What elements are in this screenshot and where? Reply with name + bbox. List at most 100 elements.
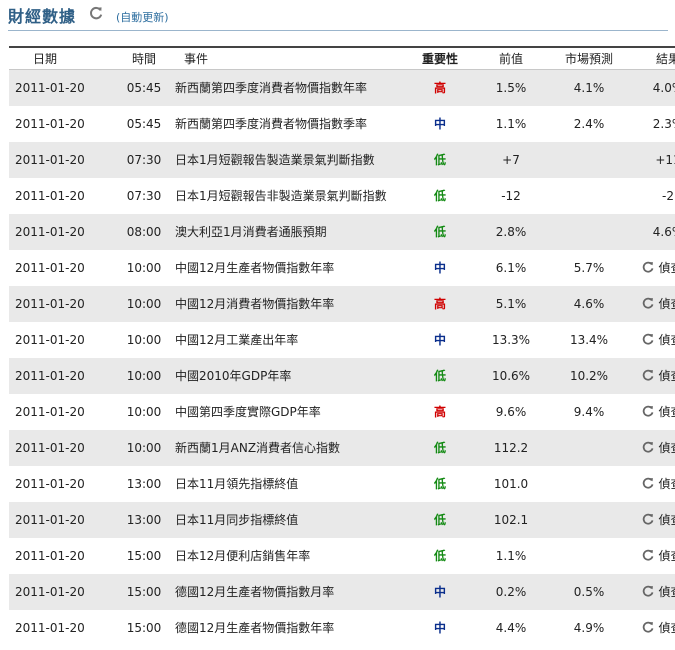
event-cell[interactable]: 日本1月短觀報告製造業景氣判斷指數 (170, 141, 404, 178)
pending-label: 偵查中 (658, 405, 675, 419)
importance-cell: 高 (404, 393, 476, 430)
date-cell: 2011-01-20 (9, 537, 118, 574)
previous-cell: +7 (476, 141, 546, 178)
refresh-icon[interactable] (88, 5, 104, 21)
event-cell[interactable]: 新西蘭第四季度消費者物價指數季率 (170, 105, 404, 142)
forecast-cell: 2.4% (546, 105, 632, 142)
table-body: 2011-01-20 05:45 新西蘭第四季度消費者物價指數年率高 1.5% 4.1%… (9, 69, 675, 646)
importance-cell: 低 (404, 357, 476, 394)
previous-cell: 6.1% (476, 249, 546, 286)
result-cell: 偵查中 (632, 429, 675, 466)
importance-cell: 中 (404, 249, 476, 286)
previous-cell: 0.2% (476, 573, 546, 610)
date-cell: 2011-01-20 (9, 141, 118, 178)
forecast-cell: 10.2% (546, 357, 632, 394)
time-cell: 05:45 (118, 105, 170, 142)
forecast-cell: 4.1% (546, 69, 632, 106)
date-cell: 2011-01-20 (9, 69, 118, 106)
table-row: 2011-01-2010:00中國12月生產者物價指數年率中6.1%5.7% 偵查… (9, 249, 675, 286)
previous-cell: 1.1% (476, 105, 546, 142)
event-cell[interactable]: 日本11月領先指標終值 (170, 465, 404, 502)
event-cell[interactable]: 日本12月便利店銷售年率 (170, 537, 404, 574)
pending-status: 偵查中 (641, 259, 675, 276)
time-cell: 10:00 (118, 357, 170, 394)
pending-label: 偵查中 (658, 585, 675, 599)
result-cell: 偵查中 (632, 609, 675, 646)
pending-refresh-icon (643, 585, 654, 597)
header-divider (8, 30, 668, 31)
event-cell[interactable]: 德國12月生產者物價指數月率 (170, 573, 404, 610)
time-cell: 10:00 (118, 393, 170, 430)
forecast-cell: 4.6% (546, 285, 632, 322)
previous-cell: 13.3% (476, 321, 546, 358)
result-cell: 偵查中 (632, 393, 675, 430)
importance-cell: 中 (404, 105, 476, 142)
forecast-cell (546, 429, 632, 466)
previous-cell: 2.8% (476, 213, 546, 250)
date-cell: 2011-01-20 (9, 213, 118, 250)
time-cell: 13:00 (118, 465, 170, 502)
event-cell[interactable]: 中國第四季度實際GDP年率 (170, 393, 404, 430)
event-cell[interactable]: 中國12月消費者物價指數年率 (170, 285, 404, 322)
forecast-cell: 4.9% (546, 609, 632, 646)
table-row: 2011-01-2010:00中國12月工業產出年率中13.3%13.4% 偵查中 (9, 321, 675, 358)
forecast-cell: 0.5% (546, 573, 632, 610)
importance-cell: 低 (404, 429, 476, 466)
date-cell: 2011-01-20 (9, 105, 118, 142)
event-cell[interactable]: 新西蘭第四季度消費者物價指數年率 (170, 69, 404, 106)
event-cell[interactable]: 日本1月短觀報告非製造業景氣判斷指數 (170, 177, 404, 214)
forecast-cell (546, 465, 632, 502)
date-cell: 2011-01-20 (9, 501, 118, 538)
previous-cell: 5.1% (476, 285, 546, 322)
time-cell: 10:00 (118, 249, 170, 286)
previous-cell: -12 (476, 177, 546, 214)
time-cell: 15:00 (118, 609, 170, 646)
pending-label: 偵查中 (658, 369, 675, 383)
pending-status: 偵查中 (641, 439, 675, 456)
date-cell: 2011-01-20 (9, 177, 118, 214)
event-cell[interactable]: 德國12月生產者物價指數年率 (170, 609, 404, 646)
table-row: 2011-01-2015:00日本12月便利店銷售年率低1.1% 偵查中 (9, 537, 675, 574)
table-row: 2011-01-2015:00德國12月生產者物價指數年率中4.4%4.9% 偵查… (9, 609, 675, 646)
pending-label: 偵查中 (658, 333, 675, 347)
importance-cell: 低 (404, 141, 476, 178)
pending-status: 偵查中 (641, 583, 675, 600)
pending-label: 偵查中 (658, 261, 675, 275)
event-cell[interactable]: 中國12月生產者物價指數年率 (170, 249, 404, 286)
forecast-cell: 5.7% (546, 249, 632, 286)
event-cell[interactable]: 中國12月工業產出年率 (170, 321, 404, 358)
forecast-cell (546, 177, 632, 214)
auto-update-label[interactable]: (自動更新) (116, 9, 169, 25)
table-row: 2011-01-20 07:30 日本1月短觀報告非製造業景氣判斷指數低 -12 -2 (9, 177, 675, 214)
pending-status: 偵查中 (641, 367, 675, 384)
event-cell[interactable]: 新西蘭1月ANZ消費者信心指數 (170, 429, 404, 466)
event-cell[interactable]: 澳大利亞1月消費者通脹預期 (170, 213, 404, 250)
forecast-cell: 13.4% (546, 321, 632, 358)
pending-status: 偵查中 (641, 475, 675, 492)
event-cell[interactable]: 日本11月同步指標終值 (170, 501, 404, 538)
column-header-result: 結果 (632, 46, 675, 70)
importance-cell: 低 (404, 213, 476, 250)
table-row: 2011-01-20 05:45 新西蘭第四季度消費者物價指數年率高 1.5% 4.1%… (9, 69, 675, 106)
pending-refresh-icon (643, 297, 654, 309)
pending-refresh-icon (643, 549, 654, 561)
table-header-row: 日期 時間 事件 重要性 前值 市場預測 結果 (9, 46, 675, 70)
pending-status: 偵查中 (641, 619, 675, 636)
table-row: 2011-01-20 05:45 新西蘭第四季度消費者物價指數季率中 1.1% 2.4%… (9, 105, 675, 142)
date-cell: 2011-01-20 (9, 465, 118, 502)
pending-refresh-icon (643, 441, 654, 453)
forecast-cell (546, 141, 632, 178)
pending-refresh-icon (643, 261, 654, 273)
pending-status: 偵查中 (641, 511, 675, 528)
time-cell: 05:45 (118, 69, 170, 106)
table-row: 2011-01-2010:00中國第四季度實際GDP年率高9.6%9.4% 偵查中 (9, 393, 675, 430)
result-cell: 偵查中 (632, 321, 675, 358)
pending-refresh-icon (643, 513, 654, 525)
forecast-cell (546, 537, 632, 574)
pending-label: 偵查中 (658, 477, 675, 491)
date-cell: 2011-01-20 (9, 285, 118, 322)
event-cell[interactable]: 中國2010年GDP年率 (170, 357, 404, 394)
previous-cell: 102.1 (476, 501, 546, 538)
column-header-event: 事件 (170, 46, 404, 70)
column-header-time: 時間 (118, 46, 170, 70)
